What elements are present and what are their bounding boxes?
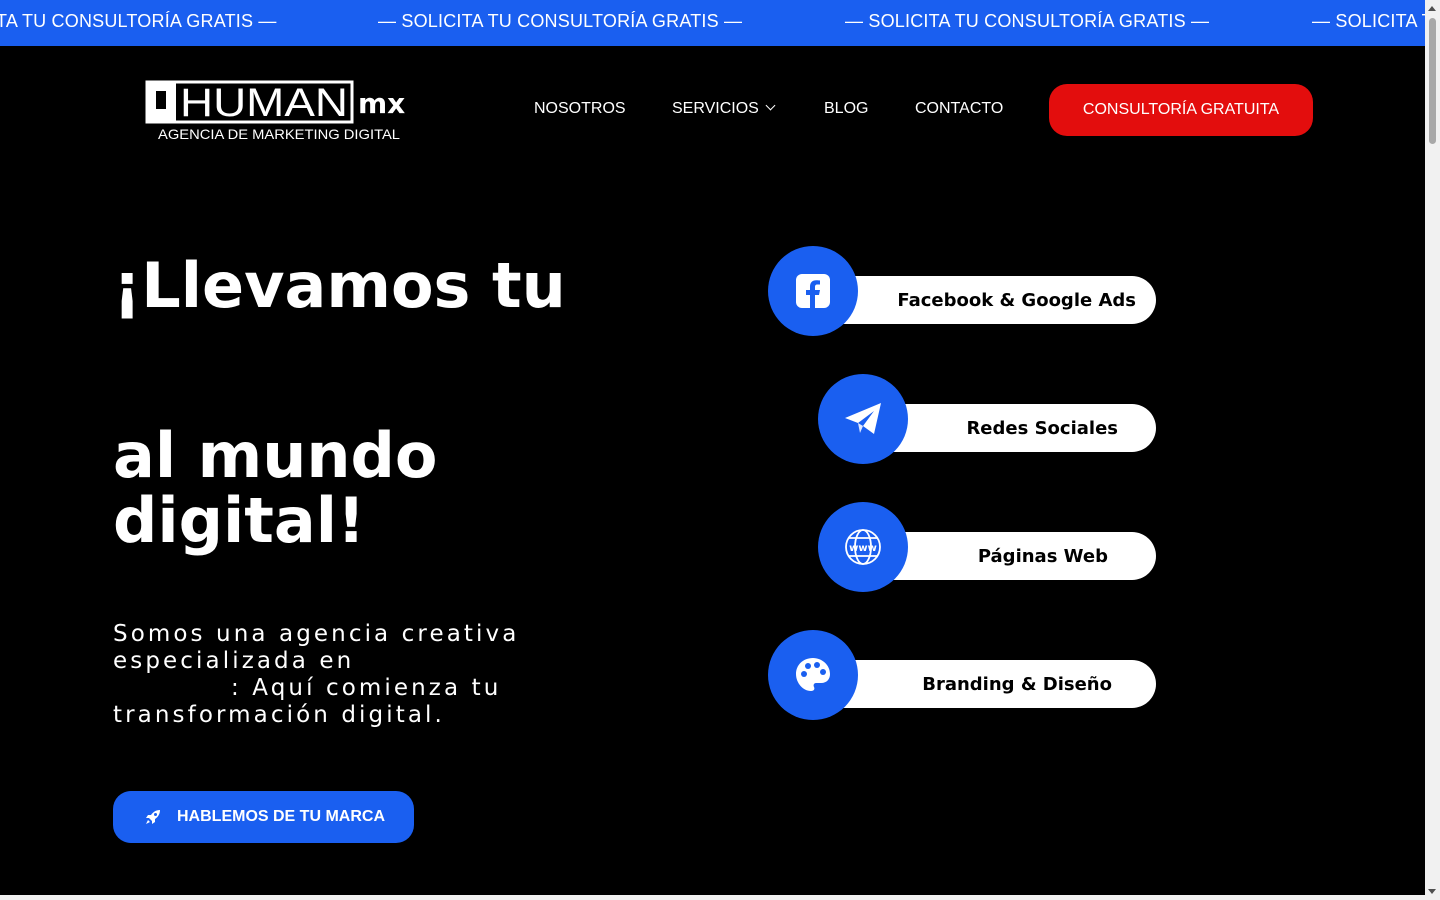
logo-graphic: HUMAN mx AGENCIA DE MARKETING DIGITAL <box>145 80 405 142</box>
hero-title-line-3: digital! <box>113 484 366 557</box>
logo-tagline: AGENCIA DE MARKETING DIGITAL <box>158 126 400 142</box>
service-label: Páginas Web <box>977 545 1108 567</box>
nav-item-label: SERVICIOS <box>672 100 759 117</box>
logo-brand-text: HUMAN <box>180 81 348 125</box>
service-label: Branding & Diseño <box>922 673 1112 695</box>
nav-item-servicios[interactable]: SERVICIOS <box>672 100 776 118</box>
nav-item-contacto[interactable]: CONTACTO <box>915 100 1003 118</box>
service-redes-sociales[interactable]: Redes Sociales <box>868 404 1156 452</box>
scrollbar-thumb[interactable] <box>1429 18 1436 144</box>
hero-description-part-1: Somos una agencia creativa especializada… <box>113 621 520 674</box>
svg-text:www: www <box>849 543 877 554</box>
vertical-scrollbar[interactable] <box>1425 0 1440 900</box>
service-paginas-web[interactable]: Páginas Web <box>868 532 1156 580</box>
scroll-up-icon[interactable] <box>1428 6 1436 11</box>
consultoria-gratuita-button[interactable]: CONSULTORÍA GRATUITA <box>1049 84 1313 136</box>
service-label: Redes Sociales <box>966 417 1118 439</box>
announcement-ticker[interactable]: TA TU CONSULTORÍA GRATIS — — SOLICITA TU… <box>0 0 1425 46</box>
logo-suffix-text: mx <box>358 87 405 120</box>
hablemos-button[interactable]: HABLEMOS DE TU MARCA <box>113 791 414 843</box>
globe-www-icon: www <box>818 502 908 592</box>
paper-plane-icon <box>818 374 908 464</box>
ticker-item: TA TU CONSULTORÍA GRATIS — <box>0 11 277 31</box>
ticker-item: — SOLICITA TU CONSULTORÍA GRATIS — <box>845 11 1210 31</box>
ticker-item: — SOLICITA TU CONSULTORÍA GRATIS — <box>378 11 743 31</box>
hablemos-button-label: HABLEMOS DE TU MARCA <box>177 808 385 825</box>
hero-title-line-1: ¡Llevamos tu <box>113 249 566 322</box>
scroll-down-icon[interactable] <box>1428 889 1436 894</box>
service-branding-diseno[interactable]: Branding & Diseño <box>818 660 1156 708</box>
rocket-icon <box>145 809 161 825</box>
hero-description: Somos una agencia creativa especializada… <box>113 621 593 729</box>
chevron-down-icon <box>765 100 776 111</box>
hero-title-line-2: al mundo <box>113 419 438 492</box>
horizontal-scrollbar-track <box>0 895 1425 900</box>
hero-description-part-2: : Aquí comienza tu transformación digita… <box>113 675 502 728</box>
logo[interactable]: HUMAN mx AGENCIA DE MARKETING DIGITAL <box>145 80 425 144</box>
facebook-icon <box>768 246 858 336</box>
service-facebook-google-ads[interactable]: Facebook & Google Ads <box>818 276 1156 324</box>
nav-item-blog[interactable]: BLOG <box>824 100 868 118</box>
service-label: Facebook & Google Ads <box>897 289 1136 311</box>
nav-item-nosotros[interactable]: NOSOTROS <box>534 100 626 118</box>
palette-icon <box>768 630 858 720</box>
ticker-item: — SOLICITA TU CONSULTORÍA GRATIS — <box>1312 11 1425 31</box>
